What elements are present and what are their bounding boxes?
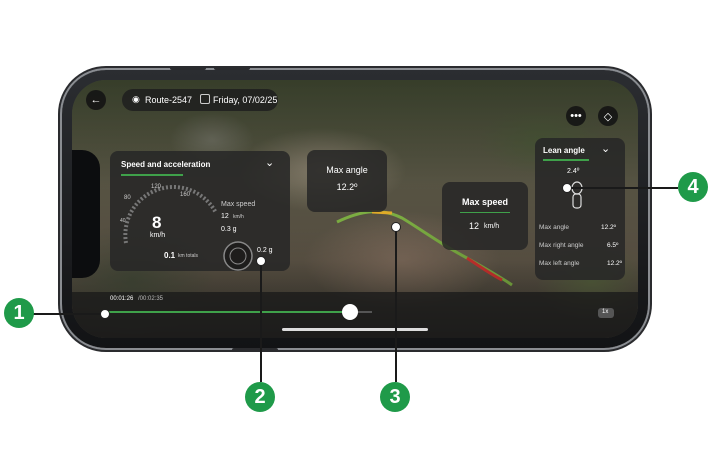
gauge-tick: 120 xyxy=(151,184,162,190)
max-angle-value: 12.2º xyxy=(336,182,358,192)
speed-gauge xyxy=(123,184,218,244)
max-speed-popup-value: 12 xyxy=(469,221,480,231)
route-header: ◉ Route-2547 Friday, 07/02/25 xyxy=(122,89,278,111)
callout-badge-2: 2 xyxy=(245,382,275,412)
camera-notch xyxy=(72,150,100,278)
max-speed-popup-label: Max speed xyxy=(461,197,509,207)
callout-badge-4: 4 xyxy=(678,172,708,202)
current-speed: 8 xyxy=(152,213,162,232)
callout-badge-3: 3 xyxy=(380,382,410,412)
max-speed-unit: km/h xyxy=(233,214,244,220)
gauge-tick: 160 xyxy=(180,192,191,198)
acceleration-value: 0.3 g xyxy=(221,226,237,233)
playback-speed-label: 1x xyxy=(602,309,609,315)
total-time: /00:02:35 xyxy=(138,296,164,302)
power-button xyxy=(232,348,278,352)
callout-leader xyxy=(395,226,397,382)
callout-dot xyxy=(562,183,572,193)
gauge-tick: 80 xyxy=(124,195,131,201)
max-speed-value: 12 xyxy=(221,213,229,220)
playback-bar: 00:01:26 /00:02:35 1x xyxy=(72,292,638,338)
layers-icon: ◇ xyxy=(603,110,613,123)
volume-button xyxy=(170,66,206,70)
current-g-force: 0.2 g xyxy=(257,247,273,254)
max-speed-popup-unit: km/h xyxy=(484,223,500,230)
playback-speed-button[interactable]: 1x xyxy=(598,308,614,318)
calendar-icon xyxy=(200,94,210,104)
max-speed-popup: Max speed 12 km/h xyxy=(442,182,528,250)
callout-leader xyxy=(260,260,262,382)
timeline-progress xyxy=(102,311,351,313)
panel-title: Speed and acceleration xyxy=(121,160,211,169)
layers-button[interactable]: ◇ xyxy=(598,106,618,126)
lean-row-label: Max angle xyxy=(539,224,569,231)
app-screen: ← ◉ Route-2547 Friday, 07/02/25 ••• ◇ Sp… xyxy=(72,80,638,338)
home-indicator xyxy=(282,328,428,331)
more-dots-icon: ••• xyxy=(570,110,582,122)
more-button[interactable]: ••• xyxy=(566,106,586,126)
lean-panel-title: Lean angle xyxy=(543,146,585,155)
callout-leader xyxy=(568,187,678,189)
max-angle-popup: Max angle 12.2º xyxy=(307,150,387,212)
panel-accent-line xyxy=(121,174,183,176)
route-name: Route-2547 xyxy=(145,95,193,105)
distance-unit: km totals xyxy=(178,253,199,259)
callout-dot xyxy=(256,256,266,266)
lean-row-value: 6.5º xyxy=(607,242,619,249)
panel-accent-line xyxy=(543,159,589,161)
back-button[interactable]: ← xyxy=(86,90,106,110)
volume-button xyxy=(214,66,250,70)
back-arrow-icon: ← xyxy=(90,94,102,106)
current-lean: 2.4º xyxy=(567,168,580,175)
callout-dot xyxy=(100,309,110,319)
lean-row-value: 12.2º xyxy=(601,224,617,231)
callout-dot xyxy=(391,222,401,232)
route-date: Friday, 07/02/25 xyxy=(213,95,278,105)
popup-divider xyxy=(460,212,510,213)
lean-angle-panel: Lean angle ⌄ 2.4º Max angle 12.2º Max ri… xyxy=(535,138,625,280)
max-angle-label: Max angle xyxy=(326,165,368,175)
chevron-down-icon[interactable]: ⌄ xyxy=(601,142,610,155)
g-meter-icon xyxy=(223,241,253,271)
timeline-track[interactable] xyxy=(102,311,372,313)
callout-leader xyxy=(30,313,104,315)
chevron-down-icon[interactable]: ⌄ xyxy=(265,156,274,169)
lean-row-label: Max right angle xyxy=(539,242,584,249)
elapsed-time: 00:01:26 xyxy=(110,296,134,302)
callout-badge-1: 1 xyxy=(4,298,34,328)
lean-row-label: Max left angle xyxy=(539,260,580,267)
gauge-tick: 40 xyxy=(120,218,126,224)
timeline-scrubber[interactable] xyxy=(342,304,359,320)
speed-unit: km/h xyxy=(150,232,166,239)
lean-row-value: 12.2º xyxy=(607,260,623,267)
distance-value: 0.1 xyxy=(164,251,176,260)
route-icon: ◉ xyxy=(132,94,140,104)
max-speed-label: Max speed xyxy=(221,201,256,208)
